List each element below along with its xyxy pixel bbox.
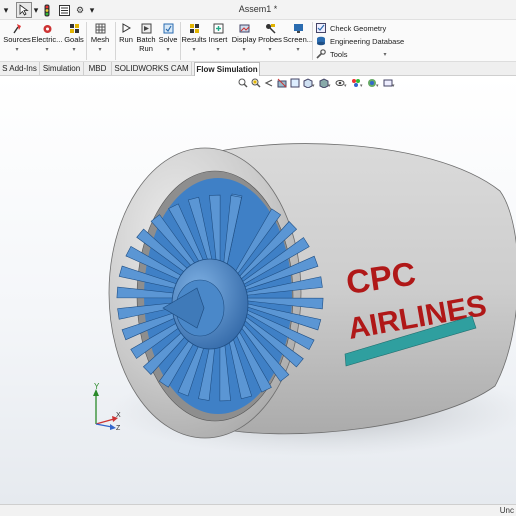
chevron-down-icon: ▾ bbox=[72, 46, 76, 53]
chevron-down-icon: ▾ bbox=[15, 46, 19, 53]
jet-engine-model[interactable]: CPC AIRLINES Y X Z bbox=[0, 76, 516, 504]
axis-label-z: Z bbox=[116, 425, 121, 432]
status-units[interactable]: Unc bbox=[500, 506, 514, 515]
probes-icon bbox=[264, 22, 276, 34]
mesh-button[interactable]: Mesh ▾ bbox=[88, 21, 112, 61]
axis-label-x: X bbox=[116, 412, 121, 419]
electric-icon bbox=[41, 22, 53, 34]
chevron-down-icon: ▾ bbox=[242, 46, 246, 53]
document-title: Assem1 * bbox=[238, 4, 278, 14]
insert-icon bbox=[212, 22, 224, 34]
graphics-viewport[interactable]: ▾ ▾ ▾ ▾ ▾ ▾ CPC AIRLINES Y X Z bbox=[0, 76, 516, 504]
tools-icon bbox=[316, 49, 326, 59]
screen-button[interactable]: Screen... ▾ bbox=[283, 21, 313, 61]
check-geometry-button[interactable]: Check Geometry bbox=[316, 22, 386, 34]
chevron-down-icon: ▾ bbox=[192, 46, 196, 53]
mesh-icon bbox=[94, 22, 106, 34]
run-button[interactable]: Run bbox=[118, 21, 134, 61]
display-icon bbox=[238, 22, 250, 34]
screen-icon bbox=[292, 22, 304, 34]
command-manager-ribbon: Sources ▾ Electric... ▾ Goals ▾ Mesh ▾ R… bbox=[0, 20, 516, 62]
solve-icon bbox=[162, 22, 174, 34]
run-icon bbox=[120, 22, 132, 34]
tab-simulation[interactable]: Simulation bbox=[40, 62, 84, 76]
chevron-down-icon[interactable]: ▾ bbox=[384, 51, 387, 58]
results-icon bbox=[188, 22, 200, 34]
chevron-down-icon: ▾ bbox=[216, 46, 220, 53]
ribbon-separator bbox=[115, 22, 116, 60]
sources-icon bbox=[11, 22, 23, 34]
check-geometry-icon bbox=[316, 23, 326, 33]
status-bar: Unc bbox=[0, 504, 516, 516]
tab-mbd[interactable]: MBD bbox=[84, 62, 112, 76]
chevron-down-icon: ▾ bbox=[98, 46, 102, 53]
insert-button[interactable]: Insert ▾ bbox=[207, 21, 229, 61]
chevron-down-icon: ▾ bbox=[166, 46, 170, 53]
goals-icon bbox=[68, 22, 80, 34]
chevron-down-icon: ▾ bbox=[296, 46, 300, 53]
title-bar: ▾ ▾ ⚙ ▾ Assem1 * bbox=[0, 0, 516, 20]
ribbon-separator bbox=[86, 22, 87, 60]
display-button[interactable]: Display ▾ bbox=[231, 21, 257, 61]
results-button[interactable]: Results ▾ bbox=[182, 21, 207, 61]
engineering-database-icon bbox=[316, 36, 326, 46]
solve-button[interactable]: Solve ▾ bbox=[158, 21, 178, 61]
tab-addins[interactable]: S Add-Ins bbox=[0, 62, 40, 76]
sources-button[interactable]: Sources ▾ bbox=[3, 21, 31, 61]
ribbon-separator bbox=[312, 22, 313, 60]
batch-run-icon bbox=[140, 22, 152, 34]
chevron-down-icon: ▾ bbox=[45, 46, 49, 53]
electric-button[interactable]: Electric... ▾ bbox=[31, 21, 63, 61]
tab-solidworks-cam[interactable]: SOLIDWORKS CAM bbox=[112, 62, 192, 76]
probes-button[interactable]: Probes ▾ bbox=[258, 21, 282, 61]
engineering-database-button[interactable]: Engineering Database bbox=[316, 35, 404, 47]
command-manager-tabs: S Add-Ins Simulation MBD SOLIDWORKS CAM … bbox=[0, 62, 516, 77]
goals-button[interactable]: Goals ▾ bbox=[64, 21, 84, 61]
tab-flow-simulation[interactable]: Flow Simulation bbox=[194, 62, 260, 77]
tools-button[interactable]: Tools ▾ bbox=[316, 48, 387, 60]
chevron-down-icon: ▾ bbox=[268, 46, 272, 53]
batch-run-button[interactable]: Batch Run bbox=[136, 21, 156, 61]
axis-label-y: Y bbox=[94, 382, 100, 391]
